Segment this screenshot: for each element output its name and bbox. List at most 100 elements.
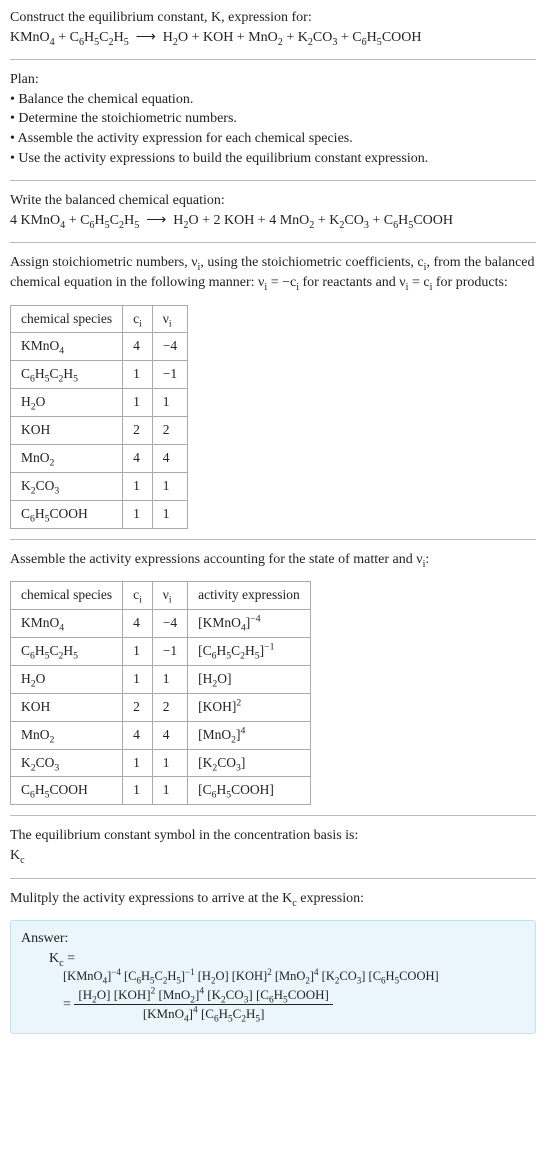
cell-species: MnO2	[11, 721, 123, 749]
plan-block: Plan: • Balance the chemical equation. •…	[10, 70, 536, 168]
answer-fraction-line: = [H2O] [KOH]2 [MnO2]4 [K2CO3] [C6H5COOH…	[63, 986, 525, 1023]
cell-activity: [H2O]	[188, 665, 311, 693]
symbol-block: The equilibrium constant symbol in the c…	[10, 826, 536, 865]
cell-vi: 1	[152, 500, 187, 528]
divider	[10, 878, 536, 879]
cell-species: C6H5COOH	[11, 500, 123, 528]
cell-vi: −4	[152, 610, 187, 638]
table-row: K2CO311[K2CO3]	[11, 749, 311, 777]
stoichiometry-table: chemical species ci νi KMnO44−4 C6H5C2H5…	[10, 305, 188, 529]
cell-activity: [MnO2]4	[188, 721, 311, 749]
col-activity: activity expression	[188, 582, 311, 610]
table-row: H2O11[H2O]	[11, 665, 311, 693]
cell-species: K2CO3	[11, 472, 123, 500]
intro-block: Construct the equilibrium constant, K, e…	[10, 8, 536, 47]
intro-line: Construct the equilibrium constant, K, e…	[10, 8, 536, 28]
plan-title: Plan:	[10, 70, 536, 90]
cell-vi: 1	[152, 749, 187, 777]
cell-vi: 4	[152, 444, 187, 472]
cell-species: KMnO4	[11, 610, 123, 638]
answer-fraction: [H2O] [KOH]2 [MnO2]4 [K2CO3] [C6H5COOH] …	[74, 986, 332, 1023]
col-vi: νi	[152, 305, 187, 333]
divider	[10, 539, 536, 540]
answer-eq-sign: =	[63, 997, 74, 1012]
cell-activity: [KMnO4]−4	[188, 610, 311, 638]
table-row: KMnO44−4[KMnO4]−4	[11, 610, 311, 638]
cell-ci: 1	[123, 777, 153, 805]
plan-item: • Balance the chemical equation.	[10, 90, 536, 110]
cell-ci: 4	[123, 444, 153, 472]
cell-species: KOH	[11, 693, 123, 721]
cell-species: MnO2	[11, 444, 123, 472]
cell-activity: [KOH]2	[188, 693, 311, 721]
cell-ci: 4	[123, 610, 153, 638]
cell-vi: −1	[152, 361, 187, 389]
answer-lhs: Kc =	[49, 949, 525, 969]
cell-species: C6H5C2H5	[11, 361, 123, 389]
cell-vi: 1	[152, 472, 187, 500]
answer-numerator: [H2O] [KOH]2 [MnO2]4 [K2CO3] [C6H5COOH]	[74, 986, 332, 1004]
col-ci: ci	[123, 582, 153, 610]
divider	[10, 180, 536, 181]
cell-ci: 1	[123, 638, 153, 666]
col-species: chemical species	[11, 305, 123, 333]
table-header-row: chemical species ci νi	[11, 305, 188, 333]
cell-species: C6H5COOH	[11, 777, 123, 805]
divider	[10, 59, 536, 60]
cell-ci: 1	[123, 472, 153, 500]
intro-equation: KMnO4 + C6H5C2H5 ⟶ H2O + KOH + MnO2 + K2…	[10, 28, 536, 48]
plan-item: • Use the activity expressions to build …	[10, 149, 536, 169]
cell-ci: 1	[123, 749, 153, 777]
table-row: KOH22[KOH]2	[11, 693, 311, 721]
cell-species: H2O	[11, 665, 123, 693]
answer-box: Answer: Kc = [KMnO4]−4 [C6H5C2H5]−1 [H2O…	[10, 920, 536, 1034]
cell-species: K2CO3	[11, 749, 123, 777]
cell-ci: 4	[123, 721, 153, 749]
cell-ci: 4	[123, 333, 153, 361]
cell-vi: 2	[152, 417, 187, 445]
cell-activity: [C6H5COOH]	[188, 777, 311, 805]
balanced-block: Write the balanced chemical equation: 4 …	[10, 191, 536, 230]
cell-species: H2O	[11, 389, 123, 417]
cell-activity: [K2CO3]	[188, 749, 311, 777]
table-row: KOH22	[11, 417, 188, 445]
assign-text: Assign stoichiometric numbers, νi, using…	[10, 253, 536, 292]
answer-rhs-line: [KMnO4]−4 [C6H5C2H5]−1 [H2O] [KOH]2 [MnO…	[63, 968, 525, 986]
table-row: MnO244[MnO2]4	[11, 721, 311, 749]
plan-item: • Determine the stoichiometric numbers.	[10, 109, 536, 129]
cell-ci: 1	[123, 389, 153, 417]
table-header-row: chemical species ci νi activity expressi…	[11, 582, 311, 610]
table-row: C6H5C2H51−1[C6H5C2H5]−1	[11, 638, 311, 666]
divider	[10, 242, 536, 243]
cell-species: C6H5C2H5	[11, 638, 123, 666]
table-row: KMnO44−4	[11, 333, 188, 361]
plan-item: • Assemble the activity expression for e…	[10, 129, 536, 149]
cell-vi: −4	[152, 333, 187, 361]
cell-ci: 2	[123, 417, 153, 445]
symbol-line1: The equilibrium constant symbol in the c…	[10, 826, 536, 846]
col-vi: νi	[152, 582, 187, 610]
cell-ci: 1	[123, 665, 153, 693]
answer-denominator: [KMnO4]4 [C6H5C2H5]	[74, 1004, 332, 1023]
multiply-text: Mulitply the activity expressions to arr…	[10, 889, 536, 909]
cell-ci: 1	[123, 361, 153, 389]
cell-ci: 2	[123, 693, 153, 721]
table-row: C6H5C2H51−1	[11, 361, 188, 389]
answer-label: Answer:	[21, 929, 525, 949]
cell-species: KOH	[11, 417, 123, 445]
cell-vi: 2	[152, 693, 187, 721]
cell-activity: [C6H5C2H5]−1	[188, 638, 311, 666]
table-row: MnO244	[11, 444, 188, 472]
cell-vi: 4	[152, 721, 187, 749]
col-species: chemical species	[11, 582, 123, 610]
cell-vi: 1	[152, 389, 187, 417]
table-row: K2CO311	[11, 472, 188, 500]
cell-species: KMnO4	[11, 333, 123, 361]
col-ci: ci	[123, 305, 153, 333]
assemble-text: Assemble the activity expressions accoun…	[10, 550, 536, 570]
balanced-equation: 4 KMnO4 + C6H5C2H5 ⟶ H2O + 2 KOH + 4 MnO…	[10, 211, 536, 231]
cell-vi: 1	[152, 777, 187, 805]
balanced-title: Write the balanced chemical equation:	[10, 191, 536, 211]
table-row: C6H5COOH11	[11, 500, 188, 528]
cell-ci: 1	[123, 500, 153, 528]
